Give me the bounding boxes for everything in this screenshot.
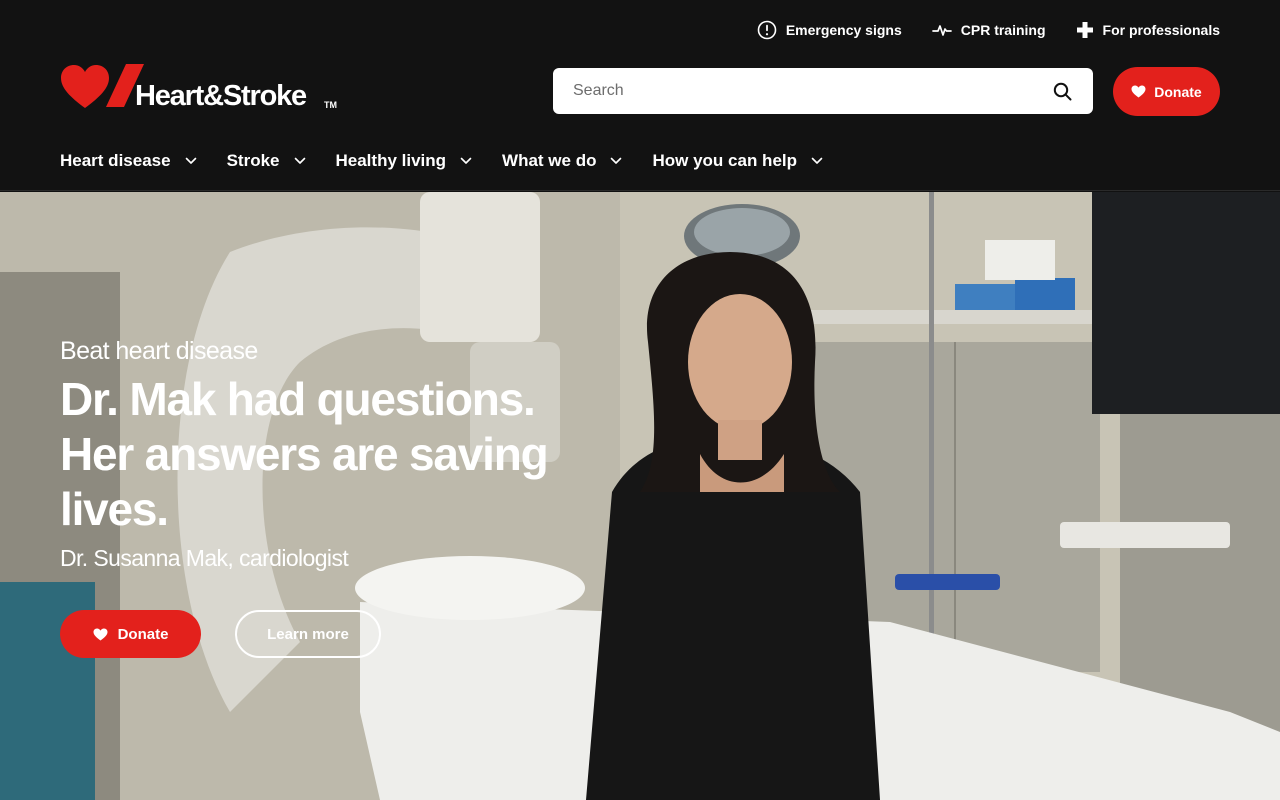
hero-eyebrow: Beat heart disease [60,337,258,365]
nav-item-label: How you can help [652,151,798,170]
utility-nav: Emergency signs CPR training For profess… [757,20,1220,40]
heartbeat-icon [931,25,952,36]
learn-more-label: Learn more [267,625,349,643]
hero-text: Beat heart disease Dr. Mak had questions… [60,336,640,573]
chevron-down-icon [185,157,196,164]
nav-item-heart-disease[interactable]: Heart disease [60,148,197,174]
utility-link-cpr-training[interactable]: CPR training [931,20,1046,40]
hero-headline-line: Her answers are saving [60,428,549,480]
search-input[interactable] [573,82,1051,100]
utility-link-label: Emergency signs [785,22,902,38]
donate-label: Donate [1154,83,1202,100]
search-button[interactable] [1051,80,1073,102]
chevron-down-icon [811,157,823,164]
brand-name: Heart&Stroke [135,80,307,112]
medical-cross-icon [1076,22,1093,38]
utility-link-for-professionals[interactable]: For professionals [1076,20,1220,40]
hero-donate-button[interactable]: Donate [60,610,201,658]
nav-item-stroke[interactable]: Stroke [227,148,306,174]
chevron-down-icon [611,157,622,164]
chevron-down-icon [294,157,305,164]
alert-circle-icon [757,20,777,40]
hero-headline-line: Dr. Mak had questions. [60,373,536,425]
hero-headline-line: lives. [60,483,169,535]
hero-headline: Dr. Mak had questions. Her answers are s… [60,372,640,537]
nav-item-how-you-can-help[interactable]: How you can help [652,148,823,174]
hero-byline: Dr. Susanna Mak, cardiologist [60,545,349,571]
search-bar [553,68,1093,114]
nav-item-label: Stroke [226,151,280,170]
heart-and-stroke-logo[interactable]: Heart&Stroke TM [60,64,350,112]
heart-icon [93,628,108,640]
nav-item-healthy-living[interactable]: Healthy living [336,148,473,174]
nav-item-label: Heart disease [60,151,171,170]
nav-item-what-we-do[interactable]: What we do [502,148,622,174]
utility-link-label: CPR training [960,22,1046,38]
trademark-symbol: TM [324,100,337,110]
nav-item-label: Healthy living [335,151,447,170]
hero-banner: Beat heart disease Dr. Mak had questions… [0,192,1280,800]
donate-label: Donate [117,625,169,643]
utility-link-emergency-signs[interactable]: Emergency signs [757,20,902,40]
heart-icon [1131,85,1146,98]
hero-actions: Donate Learn more [60,610,381,658]
site-header: Emergency signs CPR training For profess… [0,0,1280,191]
main-nav: Heart disease Stroke Healthy living What… [60,148,823,174]
search-icon [1053,82,1071,100]
heart-logo-icon [61,64,144,108]
utility-link-label: For professionals [1102,22,1220,38]
learn-more-button[interactable]: Learn more [235,610,381,658]
header-donate-button[interactable]: Donate [1113,67,1220,116]
chevron-down-icon [460,157,472,164]
nav-item-label: What we do [502,151,597,170]
